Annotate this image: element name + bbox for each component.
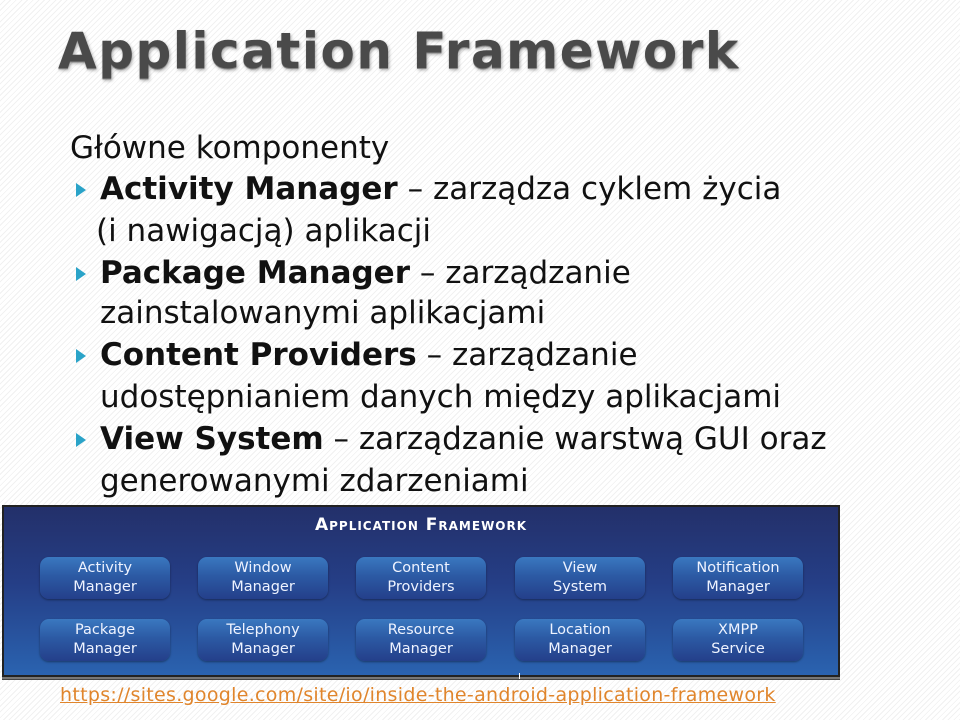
component-box: Content Providers — [356, 557, 486, 599]
component-label-line2: Manager — [231, 641, 295, 657]
component-label-line1: View — [562, 560, 598, 576]
component-label-line1: Location — [549, 622, 611, 638]
framework-diagram: Application Framework Activity Manager Win… — [2, 505, 840, 677]
component-label-line2: Manager — [548, 641, 612, 657]
component-box: Resource Manager — [356, 619, 486, 661]
bullet-view-system: View System – zarządzanie warstwą GUI or… — [70, 418, 950, 460]
bullet-continuation: generowanymi zdarzeniami — [70, 460, 950, 502]
component-box: Telephony Manager — [198, 619, 328, 661]
component-box: XMPP Service — [673, 619, 803, 661]
component-box: Location Manager — [515, 619, 645, 661]
component-box: Package Manager — [40, 619, 170, 661]
bullet-continuation-text: udostępnianiem danych między aplikacjami — [100, 379, 782, 415]
bullet-desc: – zarządzanie warstwą GUI oraz — [323, 421, 827, 457]
bullet-arrow-icon — [76, 183, 86, 197]
bullet-continuation: zainstalowanymi aplikacjami — [70, 292, 950, 334]
component-label-line2: Providers — [387, 579, 455, 595]
component-label-line1: Window — [234, 560, 292, 576]
bullet-arrow-icon — [76, 433, 86, 447]
bullet-continuation: udostępnianiem danych między aplikacjami — [70, 376, 950, 418]
component-label-line1: Package — [74, 622, 136, 638]
slide-title: Application Framework — [58, 22, 740, 80]
diagram-title: Application Framework — [314, 515, 528, 535]
bullet-term: Package Manager — [100, 255, 410, 291]
divider-tick — [519, 673, 520, 679]
bullet-desc: – zarządzanie — [410, 255, 631, 291]
component-label-line1: Telephony — [226, 622, 300, 638]
component-label-line1: Activity — [77, 560, 133, 576]
component-label-line1: Resource — [387, 622, 455, 638]
component-box: Activity Manager — [40, 557, 170, 599]
bullet-continuation-text: generowanymi zdarzeniami — [100, 463, 529, 499]
bullet-term: View System — [100, 421, 324, 457]
bullet-desc: – zarządza cyklem życia — [397, 171, 782, 207]
component-label-line1: XMPP — [718, 622, 758, 638]
source-link[interactable]: https://sites.google.com/site/io/inside-… — [60, 684, 776, 706]
bullet-continuation-text: zainstalowanymi aplikacjami — [100, 295, 546, 331]
component-label-line2: Service — [711, 641, 765, 657]
bullet-arrow-icon — [76, 349, 86, 363]
bullet-arrow-icon — [76, 267, 86, 281]
bullet-term: Content Providers — [100, 337, 417, 373]
bullet-content-providers: Content Providers – zarządzanie — [70, 334, 950, 376]
component-label-line1: Content — [392, 560, 450, 576]
component-box: View System — [515, 557, 645, 599]
intro-text: Główne komponenty — [70, 130, 390, 166]
component-label-line2: Manager — [231, 579, 295, 595]
component-label-line2: System — [552, 579, 608, 595]
component-label-line1: Notification — [696, 560, 780, 576]
component-label-line2: Manager — [706, 579, 770, 595]
component-label-line2: Manager — [389, 641, 453, 657]
bullet-continuation: (i nawigacją) aplikacji — [96, 213, 432, 249]
slide-content: Główne komponenty Activity Manager – zar… — [70, 128, 950, 502]
component-label-line2: Manager — [73, 579, 137, 595]
bullet-package-manager: Package Manager – zarządzanie — [70, 252, 950, 294]
bullet-desc: – zarządzanie — [416, 337, 638, 373]
bullet-activity-manager: Activity Manager – zarządza cyklem życia — [70, 168, 950, 210]
component-label-line2: Manager — [73, 641, 137, 657]
component-box: Window Manager — [198, 557, 328, 599]
component-box: Notification Manager — [673, 557, 803, 599]
bullet-term: Activity Manager — [100, 171, 398, 207]
